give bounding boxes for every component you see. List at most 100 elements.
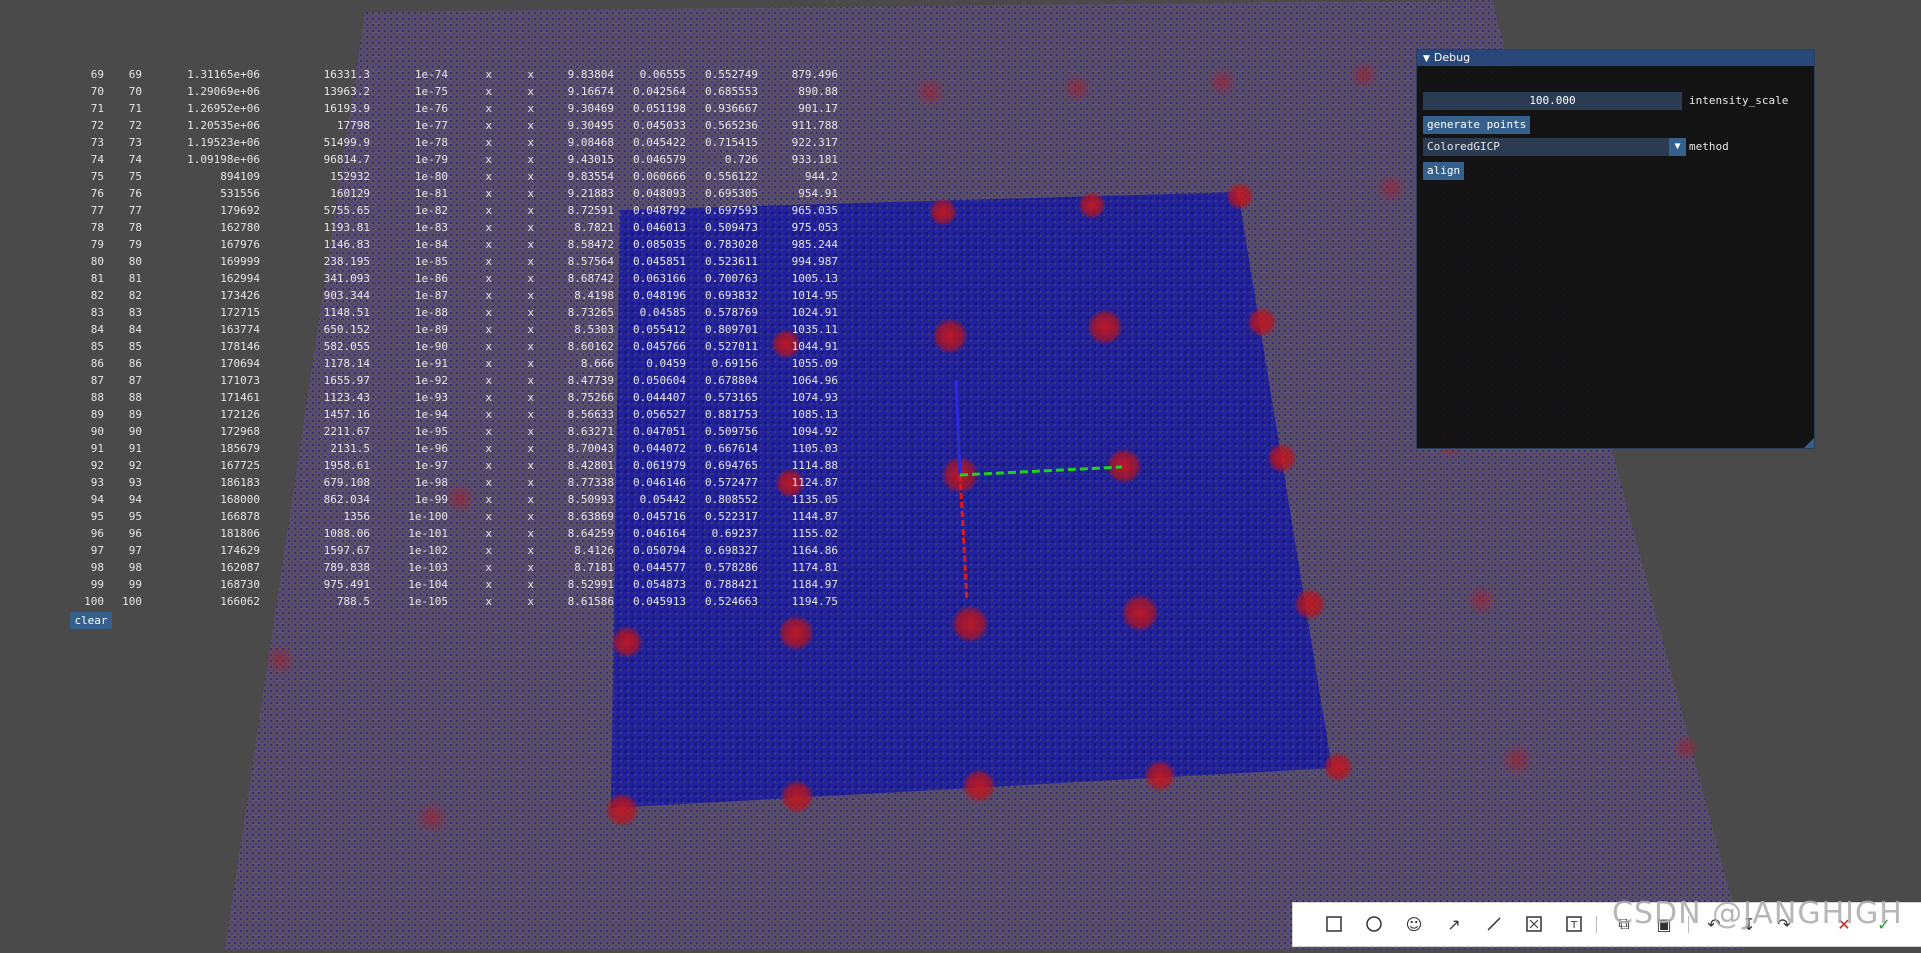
log-cell: 789.838 xyxy=(323,561,370,574)
log-cell: 975.491 xyxy=(323,578,370,591)
log-cell: 1356 xyxy=(343,510,371,523)
log-cell: 0.573165 xyxy=(705,391,758,404)
log-cell: 582.055 xyxy=(323,340,370,353)
line-icon[interactable] xyxy=(1483,913,1505,935)
log-cell: 879.496 xyxy=(791,68,838,81)
log-cell: 0.685553 xyxy=(705,85,758,98)
log-cell: 88 xyxy=(128,391,142,404)
log-cell: 1035.11 xyxy=(791,323,838,336)
log-cell: 0.045422 xyxy=(633,136,686,149)
log-cell: 0.046013 xyxy=(633,221,686,234)
log-cell: 1e-90 xyxy=(414,340,448,353)
log-cell: 90 xyxy=(90,425,104,438)
log-cell: 87 xyxy=(90,374,104,387)
arrow-icon[interactable]: ↗ xyxy=(1443,913,1465,935)
log-cell: 1178.14 xyxy=(323,357,370,370)
log-row: 95 95 166878 1356 1e-100 x x 8.63869 0.045716 0.5… xyxy=(60,508,838,525)
log-cell: 1148.51 xyxy=(323,306,370,319)
log-cell: 83 xyxy=(128,306,142,319)
log-cell: x xyxy=(527,272,534,285)
log-cell: 9.83554 xyxy=(567,170,614,183)
log-cell: 1e-91 xyxy=(414,357,448,370)
log-cell: 0.06555 xyxy=(639,68,686,81)
log-table: 69 69 1.31165e+06 16331.3 1e-74 x x 9.83804 0.06… xyxy=(60,66,838,610)
log-cell: 1193.81 xyxy=(323,221,370,234)
log-cell: 168730 xyxy=(220,578,260,591)
log-cell: x xyxy=(485,493,492,506)
log-cell: 1e-101 xyxy=(408,527,448,540)
rectangle-icon[interactable] xyxy=(1323,913,1345,935)
log-cell: 0.045851 xyxy=(633,255,686,268)
log-cell: 975.053 xyxy=(791,221,838,234)
log-cell: 0.678804 xyxy=(705,374,758,387)
log-cell: 69 xyxy=(128,68,142,81)
log-row: 77 77 179692 5755.65 1e-82 x x 8.72591 0.048792 0… xyxy=(60,202,838,219)
log-cell: x xyxy=(527,578,534,591)
log-cell: 89 xyxy=(90,408,104,421)
circle-icon[interactable] xyxy=(1363,913,1385,935)
log-cell: 84 xyxy=(90,323,104,336)
log-cell: 341.093 xyxy=(323,272,370,285)
log-cell: x xyxy=(485,136,492,149)
log-cell: 0.045033 xyxy=(633,119,686,132)
log-cell: 72 xyxy=(128,119,142,132)
log-cell: x xyxy=(485,408,492,421)
align-button[interactable]: align xyxy=(1423,162,1465,180)
log-cell: 933.181 xyxy=(791,153,838,166)
log-cell: 1174.81 xyxy=(791,561,838,574)
log-cell: 1e-88 xyxy=(414,306,448,319)
generate-points-button[interactable]: generate points xyxy=(1423,116,1531,134)
log-cell: 0.055412 xyxy=(633,323,686,336)
log-cell: 894109 xyxy=(220,170,260,183)
log-row: 75 75 894109 152932 1e-80 x x 9.83554 0.060666 0.… xyxy=(60,168,838,185)
clear-button[interactable]: clear xyxy=(70,612,112,629)
log-cell: 1024.91 xyxy=(791,306,838,319)
log-cell: 0.69156 xyxy=(711,357,758,370)
log-cell: 1e-79 xyxy=(414,153,448,166)
log-cell: 16331.3 xyxy=(323,68,370,81)
method-label: method xyxy=(1689,140,1729,153)
log-cell: x xyxy=(485,221,492,234)
log-cell: x xyxy=(527,187,534,200)
mosaic-icon[interactable] xyxy=(1523,913,1545,935)
log-cell: 0.044407 xyxy=(633,391,686,404)
log-cell: 73 xyxy=(90,136,104,149)
emoji-icon[interactable]: ☺ xyxy=(1403,913,1425,935)
log-cell: x xyxy=(527,136,534,149)
log-cell: 87 xyxy=(128,374,142,387)
debug-window[interactable]: ▼ Debug 100.000 intensity_scale generate … xyxy=(1416,49,1815,449)
method-combo[interactable]: ColoredGICP xyxy=(1423,138,1669,156)
log-cell: 91 xyxy=(90,442,104,455)
intensity-scale-slider[interactable]: 100.000 xyxy=(1423,92,1682,110)
log-cell: 0.698327 xyxy=(705,544,758,557)
log-cell: x xyxy=(485,204,492,217)
log-cell: x xyxy=(527,561,534,574)
log-cell: 1e-75 xyxy=(414,85,448,98)
log-cell: 73 xyxy=(128,136,142,149)
log-cell: 0.060666 xyxy=(633,170,686,183)
log-cell: 0.045716 xyxy=(633,510,686,523)
log-cell: 8.72591 xyxy=(567,204,614,217)
log-cell: 13963.2 xyxy=(323,85,370,98)
log-cell: 9.30469 xyxy=(567,102,614,115)
log-cell: 0.509756 xyxy=(705,425,758,438)
log-cell: 178146 xyxy=(220,340,260,353)
log-cell: 8.60162 xyxy=(567,340,614,353)
log-cell: x xyxy=(485,391,492,404)
log-cell: 90 xyxy=(128,425,142,438)
collapse-triangle-icon[interactable]: ▼ xyxy=(1423,51,1430,67)
debug-title-bar[interactable]: ▼ Debug xyxy=(1417,50,1814,66)
text-icon[interactable]: T xyxy=(1563,913,1585,935)
log-cell: 1655.97 xyxy=(323,374,370,387)
log-cell: 1044.91 xyxy=(791,340,838,353)
log-cell: 8.50993 xyxy=(567,493,614,506)
log-row: 82 82 173426 903.344 1e-87 x x 8.4198 0.048196 0.… xyxy=(60,287,838,304)
log-cell: 1088.06 xyxy=(323,527,370,540)
log-cell: 96 xyxy=(90,527,104,540)
chevron-down-icon[interactable]: ▼ xyxy=(1669,138,1686,156)
log-cell: 86 xyxy=(128,357,142,370)
log-cell: 954.91 xyxy=(798,187,838,200)
log-cell: 78 xyxy=(90,221,104,234)
log-cell: 98 xyxy=(128,561,142,574)
resize-grip-icon[interactable] xyxy=(1804,438,1814,448)
